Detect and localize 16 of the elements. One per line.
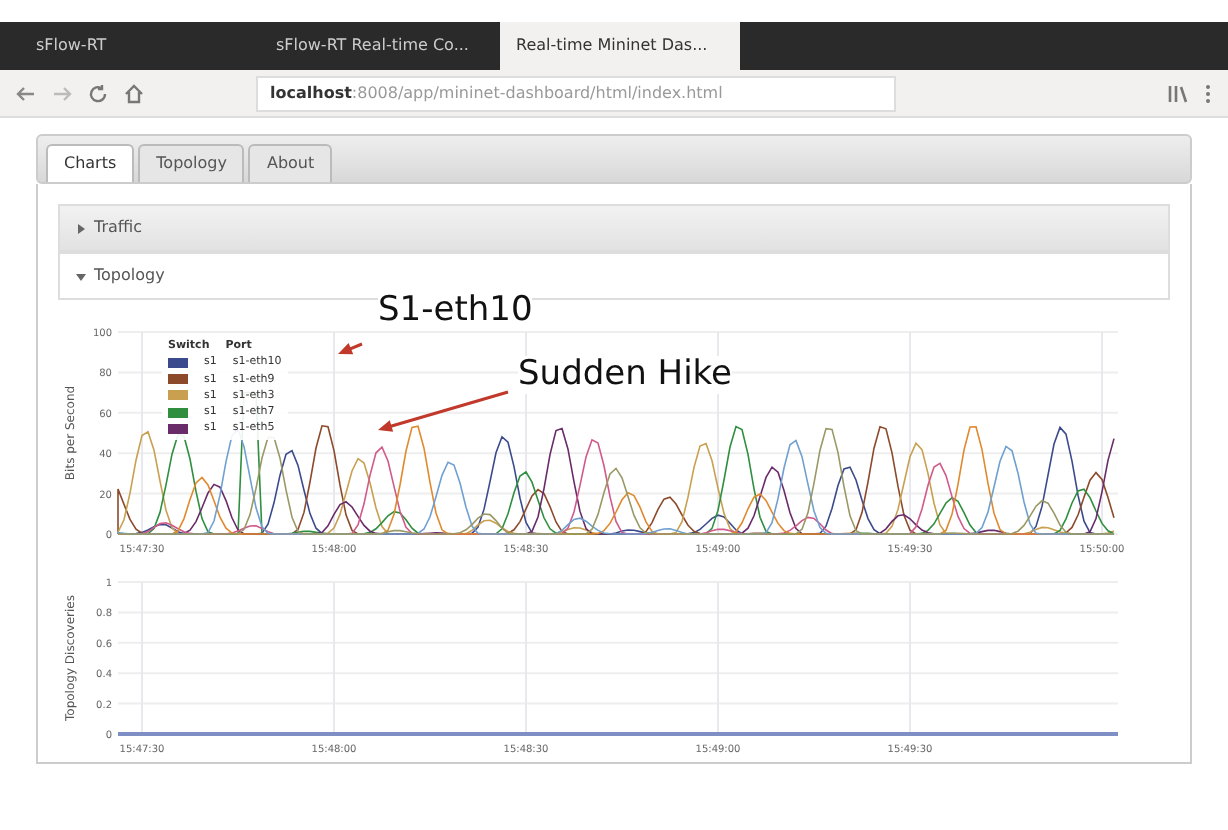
caret-icon — [76, 271, 86, 281]
reload-icon[interactable] — [88, 83, 108, 103]
address-bar[interactable]: localhost:8008/app/mininet-dashboard/html/index.html — [256, 75, 896, 111]
annotation-text: Sudden Hike — [518, 356, 732, 394]
browser-tab[interactable]: sFlow-RT — [20, 22, 260, 70]
home-icon[interactable] — [124, 83, 144, 103]
back-icon[interactable] — [16, 83, 36, 103]
menu-icon[interactable] — [1204, 83, 1212, 103]
browser-tab[interactable]: Real-time Mininet Das... — [500, 22, 740, 70]
page-tab[interactable]: About — [248, 144, 333, 182]
page-tab[interactable]: Charts — [46, 144, 135, 182]
page-tab[interactable]: Topology — [138, 144, 245, 182]
section-header[interactable]: Traffic — [58, 204, 1170, 252]
library-icon[interactable] — [1168, 83, 1188, 103]
browser-tab[interactable]: sFlow-RT Real-time Co... — [260, 22, 500, 70]
caret-icon — [76, 223, 86, 233]
